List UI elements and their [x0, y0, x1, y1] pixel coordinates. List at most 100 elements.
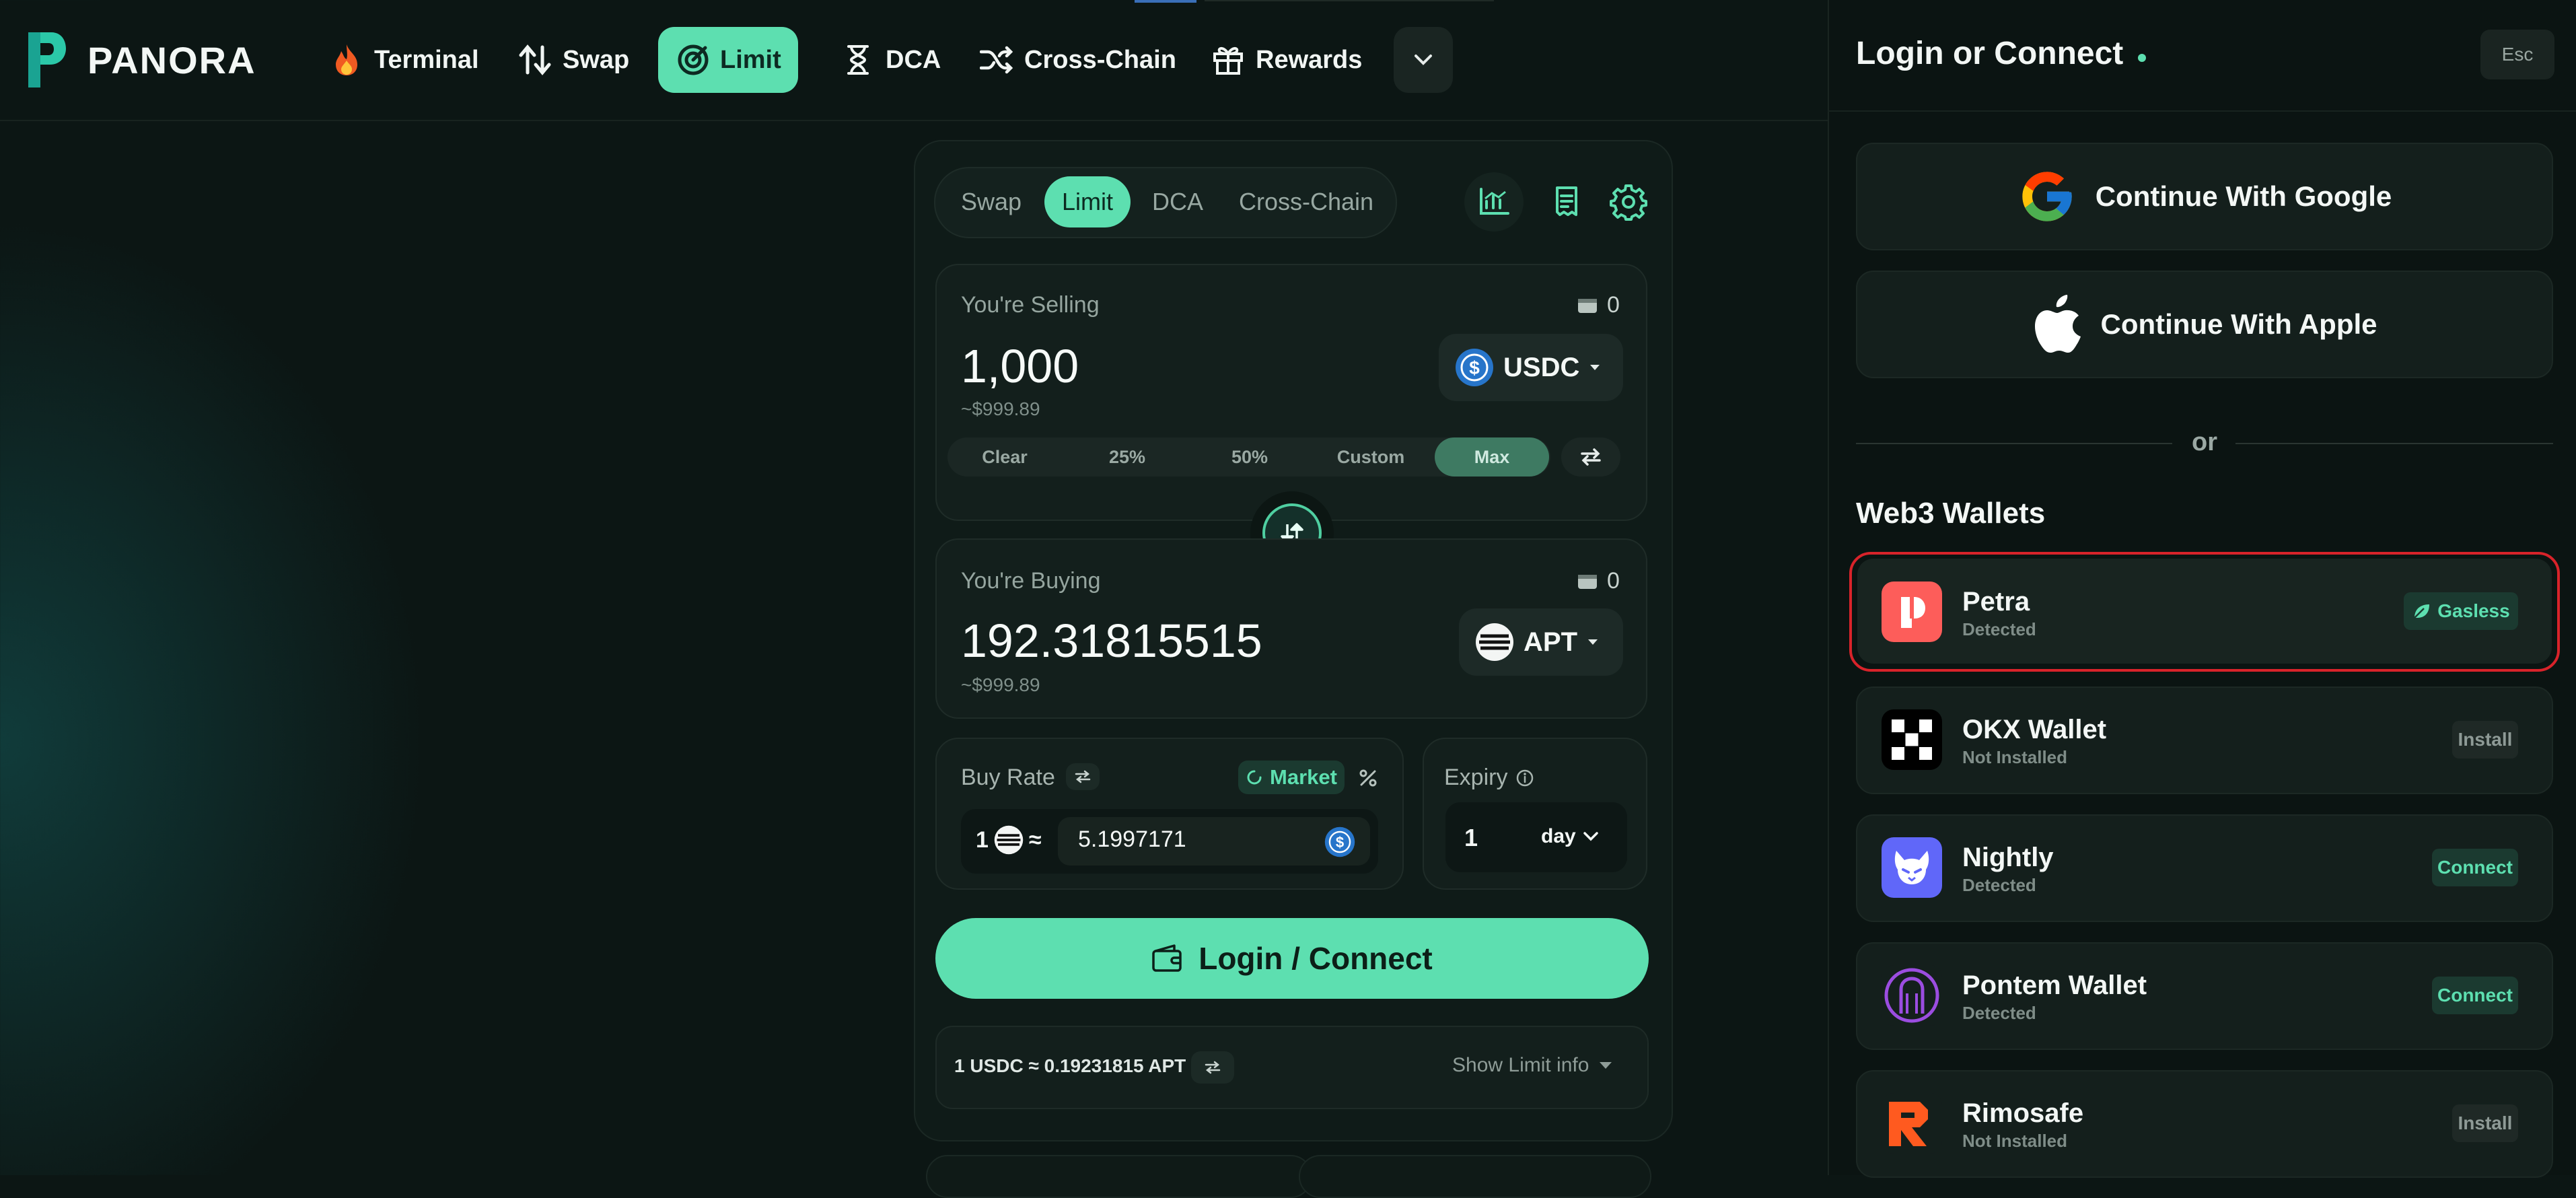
selling-amount-input[interactable]: 1,000	[961, 339, 1079, 393]
wallet-petra-name: Petra	[1962, 587, 2030, 616]
orders-button[interactable]	[1537, 172, 1596, 232]
brand-logo[interactable]: PANORA	[24, 30, 256, 90]
rate-summary: 1 USDC ≈ 0.19231815 APT	[954, 1055, 1186, 1076]
nav-swap-label: Swap	[563, 45, 630, 74]
tab-cross-chain[interactable]: Cross-Chain	[1229, 176, 1384, 227]
buying-label: You're Buying	[961, 568, 1101, 594]
selling-label: You're Selling	[961, 292, 1100, 318]
okx-icon	[1882, 709, 1942, 770]
side-panel-title-text: Login or Connect	[1856, 36, 2124, 71]
market-label: Market	[1270, 765, 1337, 789]
apt-icon	[1476, 623, 1513, 661]
wallet-okx[interactable]	[1856, 686, 2553, 794]
percent-50-button[interactable]: 50%	[1192, 437, 1307, 477]
chart-button[interactable]	[1464, 172, 1524, 232]
nav-indicator	[1135, 0, 1196, 3]
wallet-okx-name: OKX Wallet	[1962, 715, 2107, 744]
wallet-petra-status: Detected	[1962, 619, 2036, 639]
chevron-down-icon	[1415, 55, 1432, 65]
buying-token-select[interactable]: APT	[1459, 608, 1623, 676]
side-panel-title: Login or Connect	[1856, 35, 2147, 72]
tab-dca[interactable]: DCA	[1140, 176, 1215, 227]
invert-rate-button[interactable]	[1066, 763, 1100, 790]
wallet-petra-badge-label: Gasless	[2437, 600, 2510, 621]
wallet-rimosafe-status: Not Installed	[1962, 1131, 2068, 1151]
percent-max-button[interactable]: Max	[1435, 437, 1549, 477]
fire-icon	[330, 43, 363, 77]
wallet-icon	[1152, 944, 1182, 972]
login-connect-button[interactable]: Login / Connect	[935, 918, 1649, 999]
wallet-nightly-name: Nightly	[1962, 843, 2054, 872]
wallet-pontem-connect-button[interactable]: Connect	[2432, 977, 2518, 1014]
esc-button[interactable]: Esc	[2480, 30, 2554, 79]
chevron-down-icon	[1583, 832, 1598, 841]
exchange-icon	[1581, 448, 1601, 466]
wallet-petra-gasless-badge[interactable]: Gasless	[2404, 592, 2518, 630]
apt-icon	[994, 825, 1024, 855]
percent-clear-button[interactable]: Clear	[947, 437, 1062, 477]
settings-button[interactable]	[1599, 172, 1658, 232]
buying-token-symbol: APT	[1524, 627, 1577, 657]
nav-swap[interactable]: Swap	[499, 27, 648, 93]
nav-more-button[interactable]	[1394, 27, 1453, 93]
wallet-rimosafe[interactable]	[1856, 1070, 2553, 1178]
percent-custom-button[interactable]: Custom	[1314, 437, 1428, 477]
nav-dca[interactable]: DCA	[822, 27, 960, 93]
bottom-card-right	[1299, 1155, 1651, 1198]
exchange-icon	[1205, 1061, 1221, 1074]
receipt-icon	[1556, 186, 1577, 216]
nav-cross-chain[interactable]: Cross-Chain	[961, 27, 1195, 93]
expiry-unit-select[interactable]: day	[1541, 825, 1599, 848]
tab-swap[interactable]: Swap	[953, 176, 1030, 227]
percent-icon	[1359, 769, 1377, 787]
swap-arrows-icon	[518, 43, 552, 77]
bottom-card-left	[926, 1155, 1312, 1198]
status-dot	[2138, 53, 2147, 62]
exchange-icon	[1075, 770, 1091, 783]
google-icon	[2022, 172, 2072, 221]
usdc-icon: $	[1456, 349, 1493, 386]
or-divider-right	[2235, 443, 2553, 444]
svg-text:$: $	[1469, 357, 1480, 378]
panora-logo-icon	[28, 32, 66, 87]
nav-limit-label: Limit	[720, 45, 781, 74]
refresh-icon	[1247, 770, 1262, 785]
expiry-unit-label: day	[1541, 825, 1576, 847]
apple-icon	[2034, 295, 2081, 353]
nav-terminal-label: Terminal	[374, 45, 479, 74]
wallet-pontem-status: Detected	[1962, 1003, 2036, 1023]
wallet-icon	[1578, 574, 1597, 589]
caret-down-icon	[1600, 1062, 1612, 1069]
rate-approx: ≈	[1028, 826, 1042, 853]
invert-summary-button[interactable]	[1191, 1051, 1234, 1084]
wallet-okx-install-button[interactable]: Install	[2452, 721, 2518, 759]
caret-down-icon	[1588, 639, 1598, 645]
expiry-value-input[interactable]: 1	[1464, 824, 1478, 852]
wallet-nightly-connect-button[interactable]: Connect	[2432, 849, 2518, 886]
usdc-icon: $	[1324, 826, 1355, 857]
buying-amount[interactable]: 192.31815515	[961, 614, 1262, 668]
or-label: or	[2192, 428, 2217, 456]
nightly-icon	[1882, 837, 1942, 898]
reverse-rate-button[interactable]	[1561, 437, 1620, 477]
show-limit-info-label: Show Limit info	[1452, 1054, 1589, 1076]
rate-base-amount: 1	[976, 826, 989, 853]
market-rate-button[interactable]: Market	[1238, 761, 1345, 794]
wallet-rimosafe-install-button[interactable]: Install	[2452, 1104, 2518, 1142]
login-connect-label: Login / Connect	[1198, 941, 1433, 976]
info-icon	[1517, 769, 1534, 786]
google-login-button[interactable]: Continue With Google	[1856, 143, 2553, 250]
show-limit-info-toggle[interactable]: Show Limit info	[1452, 1054, 1613, 1077]
wallet-rimosafe-name: Rimosafe	[1962, 1098, 2084, 1128]
percent-toggle-button[interactable]	[1357, 765, 1380, 791]
percent-25-button[interactable]: 25%	[1070, 437, 1184, 477]
nav-rewards[interactable]: Rewards	[1192, 27, 1381, 93]
chart-icon	[1480, 188, 1509, 215]
web3-wallets-heading: Web3 Wallets	[1856, 497, 2046, 530]
nav-limit[interactable]: Limit	[658, 27, 798, 93]
wallet-pontem-name: Pontem Wallet	[1962, 971, 2147, 1000]
nav-terminal[interactable]: Terminal	[311, 27, 498, 93]
apple-login-button[interactable]: Continue With Apple	[1856, 271, 2553, 378]
selling-token-select[interactable]: $ USDC	[1439, 334, 1623, 401]
tab-limit[interactable]: Limit	[1044, 176, 1131, 227]
